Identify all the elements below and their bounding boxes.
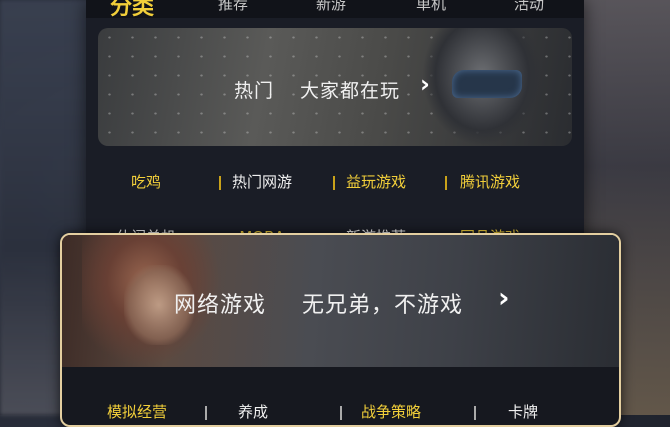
- category-raising[interactable]: 养成: [188, 397, 318, 425]
- chevron-right-icon: ›: [420, 70, 430, 98]
- card-category-row: 模拟经营 养成 战争策略 卡牌: [62, 397, 619, 425]
- online-games-banner[interactable]: 网络游戏 无兄弟，不游戏 ›: [62, 235, 619, 367]
- tab-new-games[interactable]: 新游: [316, 0, 346, 14]
- category-tencent[interactable]: 腾讯游戏: [434, 167, 546, 197]
- category-simulation[interactable]: 模拟经营: [72, 397, 202, 425]
- category-chicken[interactable]: 吃鸡: [90, 167, 202, 197]
- card-title: 网络游戏: [174, 293, 267, 318]
- category-strategy[interactable]: 战争策略: [326, 397, 456, 425]
- card-subtitle: 无兄弟，不游戏: [302, 293, 464, 318]
- category-hot-online[interactable]: 热门网游: [206, 167, 318, 197]
- hero-visor: [452, 70, 522, 98]
- chevron-right-icon: ›: [498, 281, 510, 314]
- hot-games-banner[interactable]: 热门 大家都在玩 ›: [98, 28, 572, 146]
- tab-category[interactable]: 分类: [110, 0, 154, 21]
- tab-recommend[interactable]: 推荐: [218, 0, 248, 14]
- banner-title: 热门: [234, 80, 275, 102]
- category-row-1: 吃鸡 热门网游 益玩游戏 腾讯游戏: [86, 167, 584, 197]
- tab-events[interactable]: 活动: [514, 0, 544, 14]
- top-navigation: 分类 推荐 新游 单机 活动: [86, 0, 584, 21]
- banner-subtitle: 大家都在玩: [300, 80, 401, 102]
- category-card[interactable]: 卡牌: [458, 397, 588, 425]
- online-games-card[interactable]: 网络游戏 无兄弟，不游戏 › 模拟经营 养成 战争策略 卡牌: [60, 233, 621, 427]
- tab-single-player[interactable]: 单机: [416, 0, 446, 14]
- category-fun-games[interactable]: 益玩游戏: [320, 167, 432, 197]
